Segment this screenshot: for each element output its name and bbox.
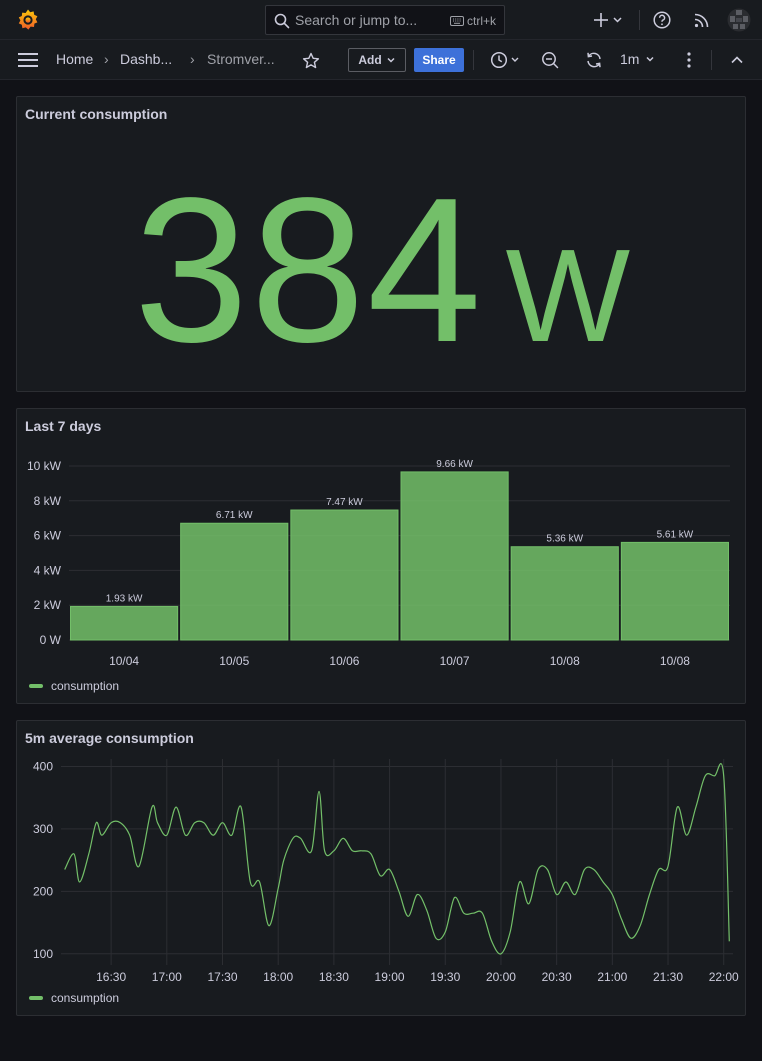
more-options-icon[interactable] (686, 51, 692, 69)
x-tick-label: 19:30 (430, 970, 460, 984)
search-input[interactable]: Search or jump to... ctrl+k (265, 5, 505, 35)
keyboard-icon (449, 16, 464, 26)
y-tick-label: 2 kW (34, 598, 62, 612)
y-tick-label: 200 (33, 884, 53, 898)
x-tick-label: 21:30 (653, 970, 683, 984)
star-icon[interactable] (302, 52, 320, 70)
legend-label: consumption (51, 679, 120, 693)
x-tick-label: 22:00 (709, 970, 739, 984)
chart-legend[interactable]: consumption (29, 679, 119, 693)
x-tick-label: 17:00 (152, 970, 182, 984)
help-icon[interactable] (652, 10, 672, 30)
bar (290, 509, 399, 641)
last-7-days-panel: Last 7 days 0 W 2 kW 4 kW 6 kW 8 kW 10 kW 1.93… (16, 408, 746, 704)
breadcrumb-dashboards[interactable]: Dashb... (120, 51, 172, 67)
zoom-out-icon[interactable] (541, 51, 559, 69)
chart-legend[interactable]: consumption (29, 991, 119, 1005)
y-tick-label: 400 (33, 759, 53, 773)
add-button[interactable]: Add (348, 48, 406, 72)
line-chart: 100 200 300 400 16:30 17:00 17:30 18:00 18:30 19:… (33, 759, 739, 984)
y-tick-label: 8 kW (34, 494, 62, 508)
user-avatar[interactable] (727, 8, 751, 32)
bar-chart: 0 W 2 kW 4 kW 6 kW 8 kW 10 kW 1.93 kW 10/04 6.71… (27, 459, 730, 668)
menu-icon[interactable] (18, 52, 38, 68)
shortcut-label: ctrl+k (466, 14, 496, 28)
series-line-consumption (64, 763, 730, 955)
legend-swatch (29, 996, 43, 1000)
divider (639, 10, 640, 30)
panel-title: Last 7 days (25, 418, 102, 434)
chevron-down-icon (387, 57, 395, 63)
y-tick-label: 300 (33, 822, 53, 836)
bar (620, 541, 729, 641)
grafana-logo-icon[interactable] (16, 8, 40, 32)
x-tick-label: 16:30 (96, 970, 126, 984)
refresh-interval-label: 1m (620, 51, 640, 67)
bar-value-label: 9.66 kW (436, 459, 473, 470)
x-tick-label: 18:00 (263, 970, 293, 984)
x-tick-label: 10/04 (109, 654, 139, 668)
bar-value-label: 7.47 kW (326, 497, 363, 508)
bar (70, 605, 179, 641)
bar-value-label: 5.36 kW (546, 534, 583, 545)
stat-unit: W (505, 222, 631, 369)
bar-value-label: 5.61 kW (657, 529, 694, 540)
legend-label: consumption (51, 991, 120, 1005)
x-tick-label: 10/08 (550, 654, 580, 668)
y-tick-label: 6 kW (34, 529, 62, 543)
refresh-interval-picker[interactable]: 1m (620, 51, 655, 67)
x-tick-label: 19:00 (375, 970, 405, 984)
x-tick-label: 18:30 (319, 970, 349, 984)
x-tick-label: 10/08 (660, 654, 690, 668)
x-tick-label: 10/06 (329, 654, 359, 668)
bar-value-label: 1.93 kW (106, 593, 143, 604)
bar (510, 546, 619, 641)
stat-number: 384 (133, 155, 484, 385)
y-tick-label: 0 W (40, 633, 62, 647)
panel-title: Current consumption (25, 106, 168, 122)
panel-title: 5m average consumption (25, 730, 194, 746)
avg-consumption-panel: 5m average consumption 100 200 300 400 16:30… (16, 720, 746, 1016)
keyboard-shortcut: ctrl+k (449, 14, 496, 28)
x-tick-label: 10/05 (219, 654, 249, 668)
top-bar: Search or jump to... ctrl+k (0, 0, 762, 40)
legend-swatch (29, 684, 43, 688)
x-tick-label: 20:00 (486, 970, 516, 984)
share-button[interactable]: Share (414, 48, 464, 72)
x-tick-label: 21:00 (597, 970, 627, 984)
breadcrumb-separator: › (190, 51, 195, 67)
y-tick-label: 4 kW (34, 563, 62, 577)
divider (711, 50, 712, 70)
search-icon (274, 13, 290, 29)
collapse-chevron-up-icon[interactable] (729, 51, 745, 69)
stat-value: 384 W (17, 167, 747, 373)
news-feed-icon[interactable] (692, 10, 712, 30)
bar (180, 522, 289, 641)
x-tick-label: 17:30 (207, 970, 237, 984)
dashboard-toolbar: Home › Dashb... › Stromver... Add Share … (0, 40, 762, 80)
bar (400, 471, 509, 641)
breadcrumb-current: Stromver... (207, 51, 275, 67)
refresh-icon[interactable] (585, 51, 603, 69)
add-label: Add (358, 53, 382, 67)
time-picker-clock-icon[interactable] (490, 51, 522, 69)
search-placeholder: Search or jump to... (295, 12, 418, 28)
divider (473, 50, 474, 70)
current-consumption-panel: Current consumption 384 W (16, 96, 746, 392)
x-tick-label: 20:30 (542, 970, 572, 984)
chevron-down-icon (646, 56, 654, 62)
bar-value-label: 6.71 kW (216, 510, 253, 521)
y-tick-label: 100 (33, 947, 53, 961)
x-tick-label: 10/07 (440, 654, 470, 668)
breadcrumb-separator: › (104, 51, 109, 67)
new-plus-icon[interactable] (593, 10, 625, 30)
y-tick-label: 10 kW (27, 459, 62, 473)
breadcrumb-home[interactable]: Home (56, 51, 93, 67)
